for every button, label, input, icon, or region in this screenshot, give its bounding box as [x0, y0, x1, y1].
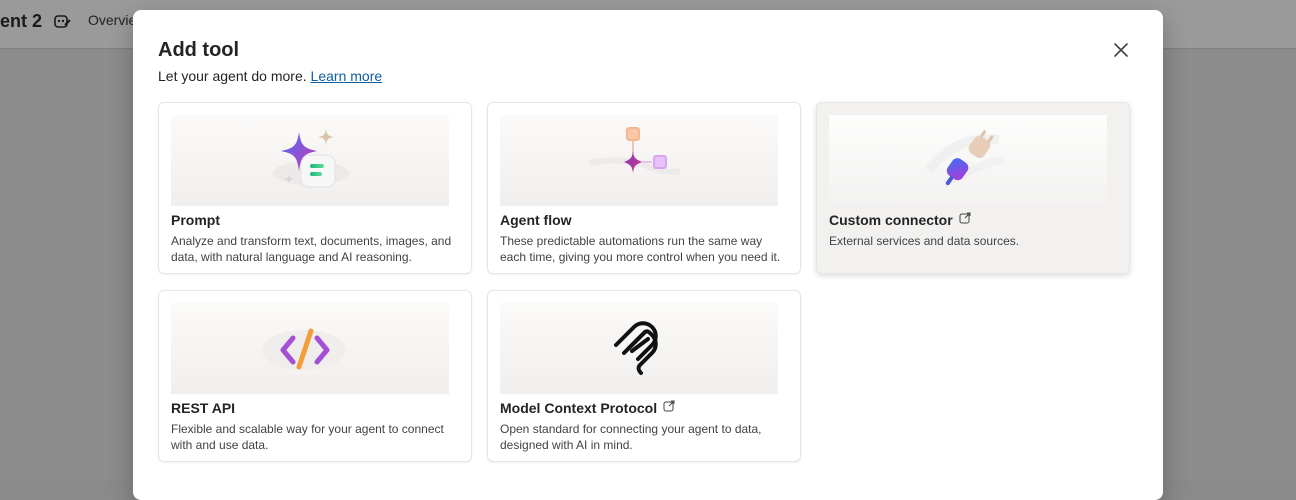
card-title: Prompt [171, 212, 220, 228]
tool-card-custom-connector[interactable]: Custom connector External services and d… [816, 102, 1130, 274]
card-title-text: REST API [171, 400, 236, 416]
tool-card-rest-api[interactable]: REST API Flexible and scalable way for y… [158, 290, 472, 462]
plug-connector-icon [925, 130, 1005, 189]
card-title-text: Prompt [171, 212, 220, 228]
add-tool-dialog: Add tool Let your agent do more. Learn m… [133, 10, 1163, 500]
dialog-subtitle: Let your agent do more. Learn more [158, 68, 382, 84]
card-title: Agent flow [500, 212, 572, 228]
open-in-new-icon [663, 400, 675, 412]
tool-card-prompt[interactable]: Prompt Analyze and transform text, docum… [158, 102, 472, 274]
card-description: Analyze and transform text, documents, i… [171, 234, 452, 264]
agent-title: ent 2 [0, 11, 43, 31]
mcp-illustration [500, 303, 778, 394]
close-icon [1114, 43, 1128, 57]
tool-card-agent-flow[interactable]: Agent flow These predictable automations… [487, 102, 801, 274]
agent-edit-icon[interactable] [52, 11, 72, 31]
learn-more-link[interactable]: Learn more [311, 68, 383, 84]
card-title: REST API [171, 400, 235, 416]
card-title-text: Model Context Protocol [500, 400, 658, 416]
custom-connector-illustration [829, 115, 1107, 206]
tool-card-model-context-protocol[interactable]: Model Context Protocol Open standard for… [487, 290, 801, 462]
card-description: External services and data sources. [829, 234, 1020, 248]
card-title: Model Context Protocol [500, 400, 675, 416]
open-in-new-icon [959, 212, 971, 224]
card-description: Flexible and scalable way for your agent… [171, 422, 444, 452]
rest-api-illustration [171, 303, 449, 394]
mcp-icon [614, 321, 658, 375]
agent-flow-illustration [500, 115, 778, 206]
card-description: Open standard for connecting your agent … [500, 422, 762, 452]
card-title-text: Custom connector [829, 212, 953, 228]
sparkle-prompt-icon [273, 129, 349, 188]
subtitle-text: Let your agent do more. [158, 68, 307, 84]
tab-overview[interactable]: Overvie [88, 12, 136, 28]
flow-icon [589, 127, 681, 175]
card-description: These predictable automations run the sa… [500, 234, 781, 264]
close-button[interactable] [1109, 38, 1133, 62]
card-title-text: Agent flow [500, 212, 572, 228]
dialog-title: Add tool [158, 39, 240, 61]
card-title: Custom connector [829, 212, 971, 228]
prompt-illustration [171, 115, 449, 206]
code-brackets-icon [262, 328, 346, 370]
